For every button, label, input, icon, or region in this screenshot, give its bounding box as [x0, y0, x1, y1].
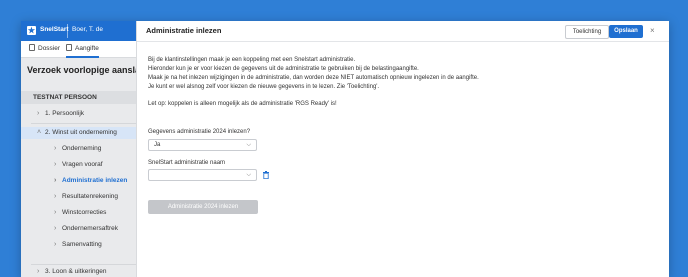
chevron-down-icon: ⌵ [246, 142, 251, 148]
nav-item-winstcorrecties[interactable]: › Winstcorrecties [54, 209, 106, 216]
user-name[interactable]: Boer, T. de [72, 26, 103, 33]
rgs-note: Let op: koppelen is alleen mogelijk als … [148, 101, 337, 107]
nav-item-label: 3. Loon & uitkeringen [45, 268, 107, 275]
page-title: Verzoek voorlopige aanslag I [27, 65, 151, 75]
app-window: ★ SnelStart Boer, T. de Dossier Aangifte… [21, 21, 669, 277]
question-label: Gegevens administratie 2024 inlezen? [148, 129, 251, 135]
nav-item-winst-uit-onderneming[interactable]: ˄ 2. Winst uit onderneming [37, 129, 117, 136]
dialog-header: Administratie inlezen Toelichting Opslaa… [137, 21, 669, 42]
tab-label: Dossier [38, 45, 61, 52]
section-header: TESTNAT PERSOON [21, 91, 136, 104]
nav-item-label: 2. Winst uit onderneming [45, 129, 117, 136]
chevron-right-icon: › [54, 225, 57, 232]
tab-bar: Dossier Aangifte [21, 41, 136, 58]
admin-name-label: SnelStart administratie naam [148, 160, 226, 166]
chevron-right-icon: › [54, 241, 57, 248]
tab-dossier[interactable]: Dossier [29, 44, 60, 52]
brand-bar: ★ SnelStart Boer, T. de [21, 21, 136, 41]
nav-item-label: Administratie inlezen [62, 177, 128, 184]
admin-name-select[interactable]: ⌵ [148, 169, 257, 181]
chevron-right-icon: › [37, 110, 40, 117]
nav-item-label: Resultatenrekening [62, 193, 119, 200]
nav-item-samenvatting[interactable]: › Samenvatting [54, 241, 102, 248]
nav-item-label: Samenvatting [62, 241, 102, 248]
nav-item-resultatenrekening[interactable]: › Resultatenrekening [54, 193, 118, 200]
intro-text-line: Maak je na het inlezen wijzigingen in de… [148, 75, 479, 81]
nav-item-label: Ondernemersaftrek [62, 225, 118, 232]
nav-item-loon-uitkeringen[interactable]: › 3. Loon & uitkeringen [37, 268, 106, 275]
inlezen-select[interactable]: Ja ⌵ [148, 139, 257, 151]
chevron-right-icon: › [54, 209, 57, 216]
snelstart-star-icon: ★ [27, 26, 36, 35]
left-pane: ★ SnelStart Boer, T. de Dossier Aangifte… [21, 21, 151, 277]
nav-item-label: Vragen vooraf [62, 161, 103, 168]
chevron-down-icon: ⌵ [246, 172, 251, 178]
intro-text-line: Bij de klantinstellingen maak je een kop… [148, 57, 356, 63]
divider [31, 264, 136, 265]
nav-item-vragen-vooraf[interactable]: › Vragen vooraf [54, 161, 103, 168]
dialog-title: Administratie inlezen [146, 26, 222, 35]
brand-divider [67, 24, 68, 38]
nav-item-label: Winstcorrecties [62, 209, 107, 216]
chevron-right-icon: › [54, 145, 57, 152]
inlezen-select-value: Ja [154, 142, 161, 148]
administratie-inlezen-button[interactable]: Administratie 2024 inlezen [148, 200, 258, 214]
close-icon[interactable]: × [650, 26, 655, 35]
divider [31, 123, 136, 124]
document-icon [29, 44, 35, 51]
nav-item-persoonlijk[interactable]: › 1. Persoonlijk [37, 110, 84, 117]
help-button[interactable]: Toelichting [565, 25, 609, 39]
nav-item-administratie-inlezen[interactable]: › Administratie inlezen [54, 177, 127, 184]
form-icon [66, 44, 72, 51]
nav-item-ondernemersaftrek[interactable]: › Ondernemersaftrek [54, 225, 118, 232]
intro-text-line: Hieronder kun je er voor kiezen de gegev… [148, 66, 419, 72]
chevron-right-icon: › [37, 268, 40, 275]
chevron-right-icon: › [54, 193, 57, 200]
chevron-up-icon: ˄ [37, 129, 42, 136]
nav-item-label: 1. Persoonlijk [45, 110, 85, 117]
tab-aangifte[interactable]: Aangifte [66, 44, 99, 58]
trash-icon[interactable] [263, 171, 269, 179]
administratie-inlezen-dialog: Administratie inlezen Toelichting Opslaa… [136, 21, 669, 277]
chevron-right-icon: › [54, 177, 57, 184]
tab-label: Aangifte [75, 45, 99, 52]
intro-text-line: Je kunt er wel alsnog zelf voor kiezen d… [148, 84, 380, 90]
app-name: SnelStart [40, 26, 69, 33]
chevron-right-icon: › [54, 161, 57, 168]
section-header-label: TESTNAT PERSOON [33, 94, 97, 101]
nav-item-label: Onderneming [62, 145, 102, 152]
save-button[interactable]: Opslaan [609, 25, 643, 38]
nav-item-onderneming[interactable]: › Onderneming [54, 145, 101, 152]
